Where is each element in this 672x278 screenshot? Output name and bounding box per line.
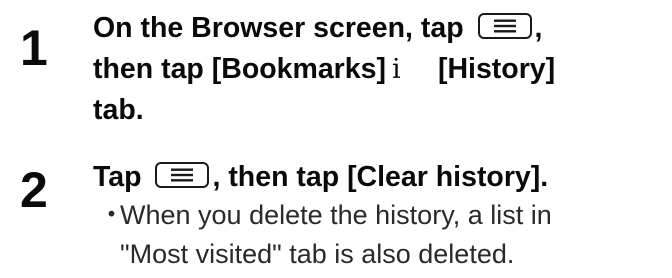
note-text: When you delete the history, a list in <box>120 200 552 230</box>
menu-icon <box>477 13 532 40</box>
instruction-text: , then tap [Clear history]. <box>212 161 549 193</box>
note: ・When you delete the history, a list in … <box>98 196 668 274</box>
step-number: 2 <box>20 162 48 218</box>
instruction-line: then tap [Bookmarks] i [History] <box>93 49 663 90</box>
instruction-text: , <box>534 12 543 44</box>
bullet-icon: ・ <box>98 200 125 230</box>
instruction-line: tab. <box>93 94 144 126</box>
step-instruction: Tap , then tap [Clear history]. <box>93 157 663 198</box>
step-number: 1 <box>20 20 48 76</box>
note-line: ・When you delete the history, a list in <box>98 196 668 235</box>
instruction-text: Tap <box>93 161 150 193</box>
history-tab-label: [History] <box>437 53 556 85</box>
instruction-line: On the Browser screen, tap , <box>93 8 663 49</box>
bookmarks-label: then tap [Bookmarks] <box>93 53 386 85</box>
instruction-line: Tap , then tap [Clear history]. <box>93 157 663 198</box>
note-line: "Most visited" tab is also deleted. <box>120 239 515 269</box>
separator-glyph: i <box>391 54 401 85</box>
step-instruction: On the Browser screen, tap , then tap [B… <box>93 8 663 131</box>
instruction-text: On the Browser screen, tap <box>93 12 472 44</box>
menu-icon <box>155 162 210 189</box>
